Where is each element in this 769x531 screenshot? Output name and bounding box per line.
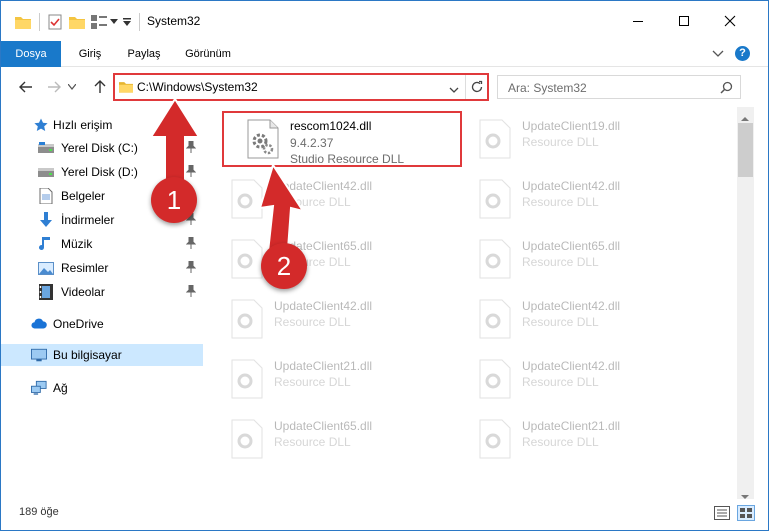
annotation-arrows <box>149 97 306 265</box>
step-1-badge: 1 <box>151 177 197 223</box>
explorer-window: System32 Dosya Giriş Paylaş Görünüm ? C:… <box>0 0 769 531</box>
step-2-badge: 2 <box>261 243 307 289</box>
